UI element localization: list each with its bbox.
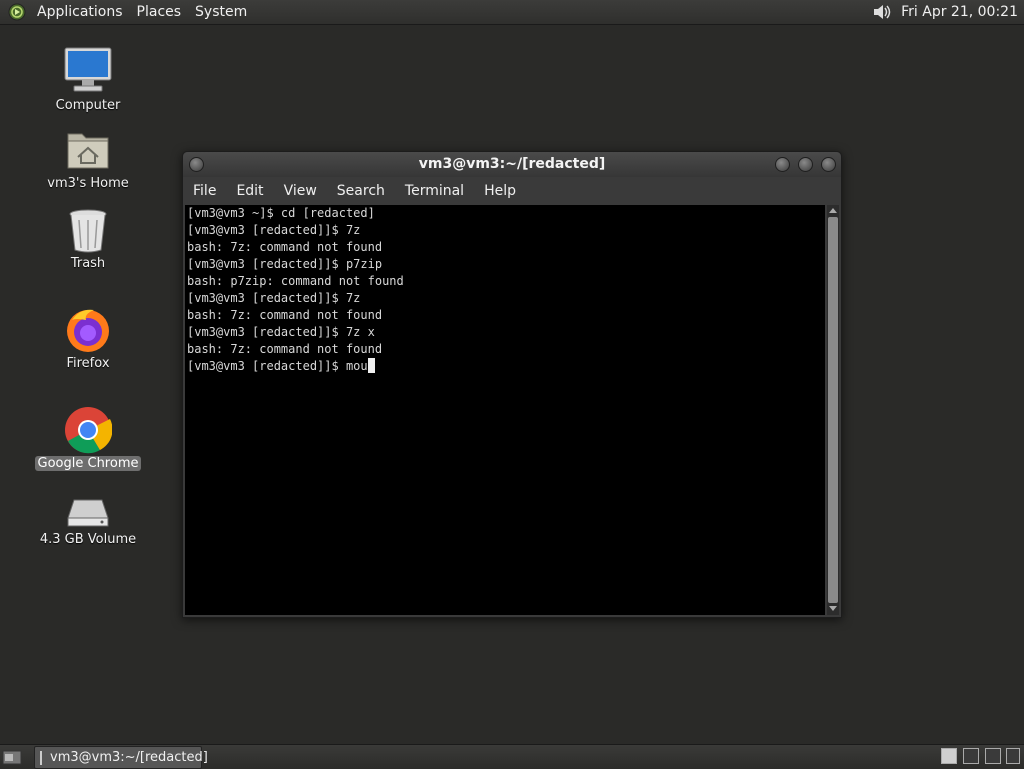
terminal-line: [vm3@vm3 [redacted]]$ p7zip bbox=[187, 257, 383, 271]
desktop-icon-label: Google Chrome bbox=[34, 456, 142, 471]
volume-icon[interactable] bbox=[871, 2, 893, 22]
workspace-1[interactable] bbox=[941, 748, 957, 764]
desktop-icon-trash[interactable]: Trash bbox=[28, 208, 148, 271]
workspace-4[interactable] bbox=[1006, 748, 1020, 764]
scroll-up-arrow-icon[interactable] bbox=[829, 208, 837, 213]
terminal-line: bash: 7z: command not found bbox=[187, 308, 383, 322]
maximize-button[interactable] bbox=[798, 157, 813, 172]
terminal-line: [vm3@vm3 [redacted]]$ 7z bbox=[187, 291, 361, 305]
window-titlebar[interactable]: vm3@vm3:~/[redacted] bbox=[183, 152, 841, 177]
close-button[interactable] bbox=[821, 157, 836, 172]
menu-view[interactable]: View bbox=[274, 183, 327, 199]
workspace-3[interactable] bbox=[985, 748, 1001, 764]
menu-file[interactable]: File bbox=[183, 183, 226, 199]
text-cursor bbox=[367, 358, 375, 373]
terminal-window[interactable]: vm3@vm3:~/[redacted] File Edit View Sear… bbox=[182, 151, 842, 618]
top-panel: Applications Places System Fri Apr 21, 0… bbox=[0, 0, 1024, 25]
terminal-output[interactable]: [vm3@vm3 ~]$ cd [redacted] [vm3@vm3 [red… bbox=[185, 205, 825, 615]
scroll-down-arrow-icon[interactable] bbox=[829, 606, 837, 611]
taskbar-button-label: vm3@vm3:~/[redacted] bbox=[50, 750, 208, 765]
scrollbar-thumb[interactable] bbox=[828, 217, 838, 603]
terminal-prompt-line[interactable]: [vm3@vm3 [redacted]]$ mou bbox=[185, 358, 825, 375]
desktop-icon-home[interactable]: vm3's Home bbox=[28, 126, 148, 191]
terminal-line: [vm3@vm3 [redacted]]$ 7z bbox=[187, 223, 361, 237]
home-folder-icon bbox=[67, 133, 109, 169]
desktop-icon-label: 4.3 GB Volume bbox=[39, 532, 137, 547]
applications-menu[interactable]: Applications bbox=[30, 4, 130, 20]
bottom-panel: vm3@vm3:~/[redacted] bbox=[0, 744, 1024, 769]
terminal-menubar: File Edit View Search Terminal Help bbox=[183, 177, 841, 204]
desktop-icon-label: Computer bbox=[55, 98, 121, 113]
workspace-2[interactable] bbox=[963, 748, 979, 764]
panel-tray: Fri Apr 21, 00:21 bbox=[871, 0, 1020, 24]
show-desktop-icon[interactable] bbox=[2, 748, 22, 766]
menu-terminal[interactable]: Terminal bbox=[395, 183, 474, 199]
desktop-icon-google-chrome[interactable]: Google Chrome bbox=[28, 406, 148, 471]
desktop-icon-label: vm3's Home bbox=[47, 176, 129, 191]
terminal-line: [vm3@vm3 [redacted]]$ 7z x bbox=[187, 325, 375, 339]
menu-edit[interactable]: Edit bbox=[226, 183, 273, 199]
window-title: vm3@vm3:~/[redacted] bbox=[418, 156, 606, 172]
terminal-current-input: [vm3@vm3 [redacted]]$ mou bbox=[187, 359, 368, 373]
minimize-button[interactable] bbox=[775, 157, 790, 172]
computer-icon bbox=[64, 47, 112, 92]
clock[interactable]: Fri Apr 21, 00:21 bbox=[901, 4, 1020, 20]
terminal-line: [vm3@vm3 ~]$ cd [redacted] bbox=[187, 206, 375, 220]
desktop-icon-volume[interactable]: 4.3 GB Volume bbox=[28, 494, 148, 547]
desktop-icon-computer[interactable]: Computer bbox=[28, 44, 148, 113]
menu-search[interactable]: Search bbox=[327, 183, 395, 199]
window-menu-button[interactable] bbox=[189, 157, 204, 172]
system-menu[interactable]: System bbox=[188, 4, 254, 20]
terminal-line: bash: 7z: command not found bbox=[187, 342, 383, 356]
taskbar-terminal-button[interactable]: vm3@vm3:~/[redacted] bbox=[34, 746, 208, 769]
desktop-icon-firefox[interactable]: Firefox bbox=[28, 306, 148, 371]
terminal-icon bbox=[40, 750, 42, 765]
chrome-icon bbox=[65, 407, 112, 454]
desktop-icon-label: Trash bbox=[70, 256, 106, 271]
terminal-line: bash: 7z: command not found bbox=[187, 240, 383, 254]
menu-help[interactable]: Help bbox=[474, 183, 526, 199]
desktop-icon-label: Firefox bbox=[66, 356, 110, 371]
trash-icon bbox=[69, 209, 107, 253]
terminal-scrollbar[interactable] bbox=[827, 205, 839, 615]
terminal-line: bash: p7zip: command not found bbox=[187, 274, 404, 288]
drive-icon bbox=[67, 499, 109, 527]
places-menu[interactable]: Places bbox=[130, 4, 189, 20]
distro-logo-icon[interactable] bbox=[8, 3, 26, 21]
firefox-icon bbox=[67, 309, 109, 352]
